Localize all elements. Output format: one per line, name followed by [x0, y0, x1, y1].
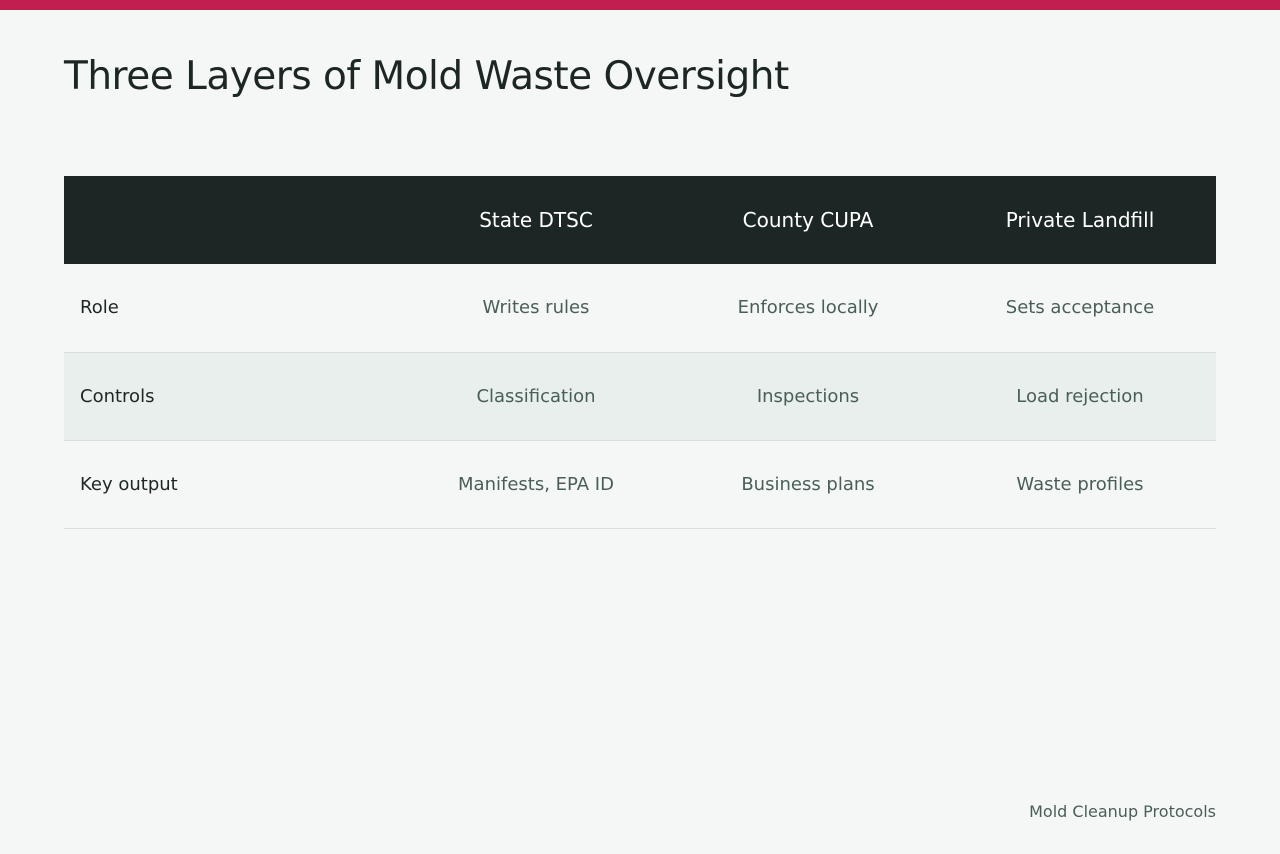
column-header-state-dtsc: State DTSC — [479, 208, 593, 232]
table-row-controls: Controls Classification Inspections Load… — [64, 352, 1216, 440]
table-cell: Load rejection — [1016, 385, 1144, 407]
row-label: Role — [80, 297, 119, 319]
table-header-row: State DTSC County CUPA Private Landfill — [64, 176, 1216, 264]
table-cell: Classification — [476, 385, 596, 407]
row-label: Key output — [80, 473, 178, 495]
table-cell: Waste profiles — [1016, 473, 1144, 495]
footer-credit: Mold Cleanup Protocols — [1029, 802, 1216, 821]
table-cell: Inspections — [756, 385, 860, 407]
column-header-county-cupa: County CUPA — [742, 208, 874, 232]
table-row-role: Role Writes rules Enforces locally Sets … — [64, 264, 1216, 352]
table-cell: Enforces locally — [737, 297, 879, 319]
table-cell: Writes rules — [482, 297, 590, 319]
table-cell: Sets acceptance — [1005, 297, 1155, 319]
column-header-private-landfill: Private Landfill — [1005, 208, 1155, 232]
accent-bar — [0, 0, 1280, 10]
row-label: Controls — [80, 385, 155, 407]
header-corner-cell — [64, 176, 400, 264]
table-cell: Manifests, EPA ID — [458, 473, 614, 495]
oversight-table: State DTSC County CUPA Private Landfill … — [64, 176, 1216, 529]
table-cell: Business plans — [741, 473, 875, 495]
page-title: Three Layers of Mold Waste Oversight — [64, 54, 789, 99]
table-row-key-output: Key output Manifests, EPA ID Business pl… — [64, 440, 1216, 528]
